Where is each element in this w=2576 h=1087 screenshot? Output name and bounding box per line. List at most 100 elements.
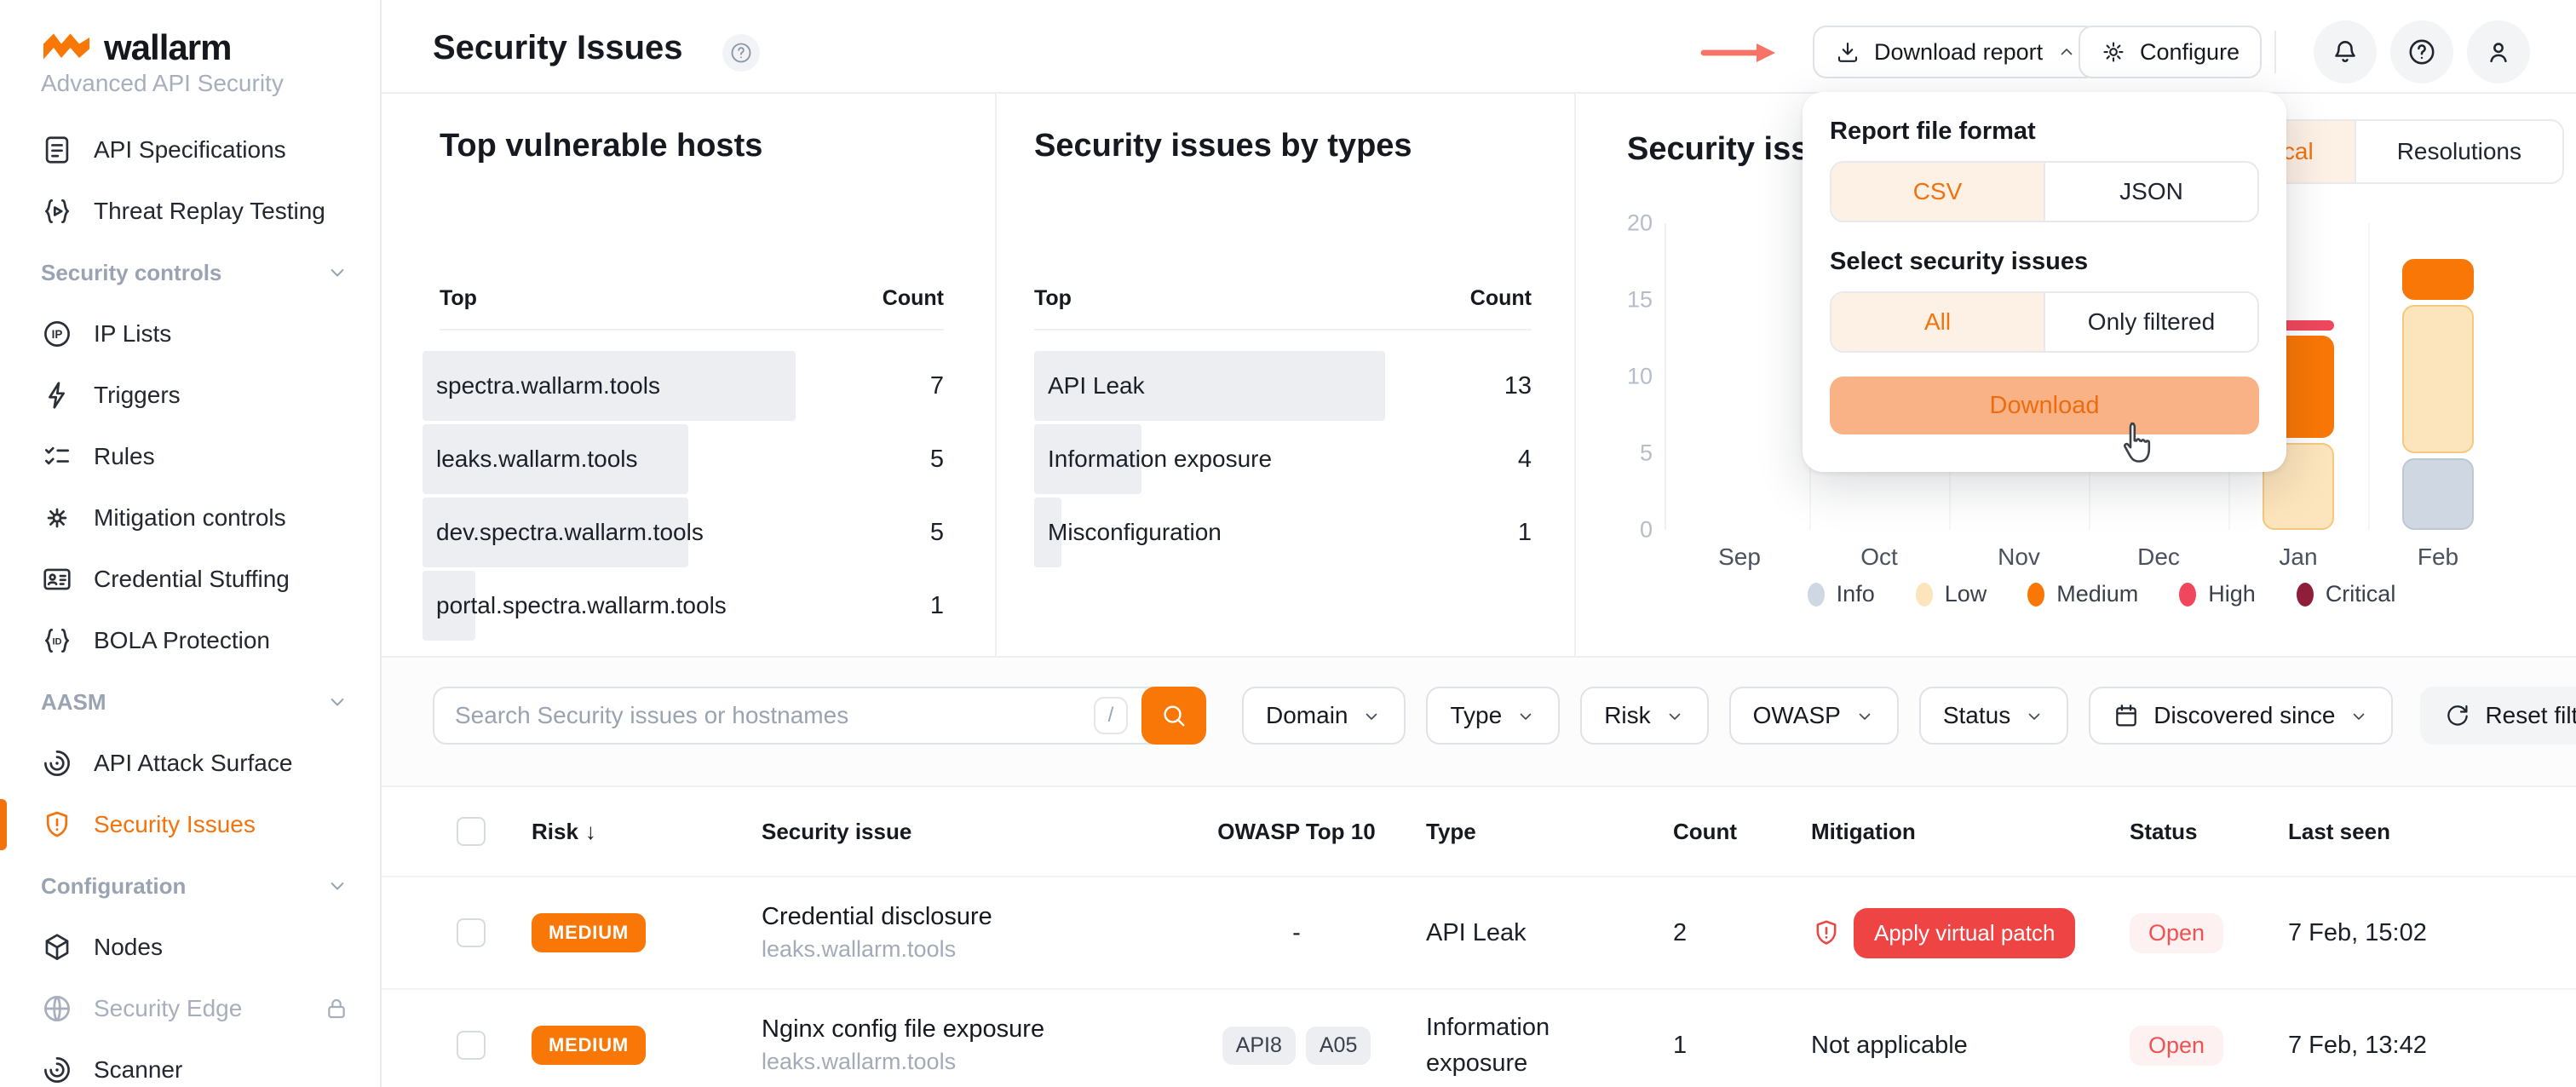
download-button[interactable]: Download bbox=[1830, 377, 2259, 434]
chart-legend: Info Low Medium High Critical bbox=[1644, 581, 2559, 607]
chevron-down-icon bbox=[1361, 705, 1382, 726]
table-row[interactable]: MEDIUM Nginx config file exposureleaks.w… bbox=[382, 988, 2576, 1087]
sort-desc-icon: ↓ bbox=[585, 819, 596, 844]
sidebar-item-triggers[interactable]: Triggers bbox=[0, 365, 380, 426]
list-item[interactable]: Misconfiguration 1 bbox=[1034, 496, 1532, 569]
issue-name[interactable]: Credential disclosure bbox=[762, 903, 1211, 931]
filter-dropdown-domain[interactable]: Domain bbox=[1242, 687, 1406, 745]
sidebar-item-api-attack-surface[interactable]: API Attack Surface bbox=[0, 733, 380, 794]
scope-option-all[interactable]: All bbox=[1831, 293, 2044, 351]
legend-item-low[interactable]: Low bbox=[1916, 581, 1987, 607]
sidebar-item-api-specifications[interactable]: API Specifications bbox=[0, 119, 380, 181]
notifications-button[interactable] bbox=[2314, 20, 2377, 83]
braces-play-icon bbox=[41, 195, 73, 227]
list-item[interactable]: portal.spectra.wallarm.tools 1 bbox=[423, 569, 944, 642]
search-button[interactable] bbox=[1141, 687, 1206, 745]
column-header-status[interactable]: Status bbox=[2130, 819, 2288, 845]
select-all-checkbox[interactable] bbox=[457, 817, 486, 846]
column-header-last-seen[interactable]: Last seen bbox=[2288, 819, 2576, 845]
legend-item-info[interactable]: Info bbox=[1808, 581, 1875, 607]
help-button[interactable] bbox=[2390, 20, 2453, 83]
sidebar-item-scanner[interactable]: Scanner bbox=[0, 1039, 380, 1087]
column-header-type[interactable]: Type bbox=[1426, 819, 1673, 845]
sidebar-item-bola-protection[interactable]: IDBOLA Protection bbox=[0, 610, 380, 671]
column-header-mitigation[interactable]: Mitigation bbox=[1811, 819, 2130, 845]
scope-option-only-filtered[interactable]: Only filtered bbox=[2044, 293, 2257, 351]
download-report-button[interactable]: Download report bbox=[1813, 26, 2099, 78]
table-row[interactable]: MEDIUM Credential disclosureleaks.wallar… bbox=[382, 876, 2576, 988]
chevron-down-icon bbox=[1515, 705, 1536, 726]
search-input[interactable] bbox=[434, 702, 1094, 729]
sidebar-item-credential-stuffing[interactable]: Credential Stuffing bbox=[0, 549, 380, 610]
column-header-count[interactable]: Count bbox=[1673, 819, 1811, 845]
sidebar-item-security-edge[interactable]: Security Edge bbox=[0, 978, 380, 1039]
sidebar-section-configuration[interactable]: Configuration bbox=[0, 855, 380, 917]
x-axis-label: Oct bbox=[1820, 544, 1939, 571]
owasp-cell: - bbox=[1211, 919, 1426, 947]
sidebar-item-rules[interactable]: Rules bbox=[0, 426, 380, 487]
legend-item-medium[interactable]: Medium bbox=[2027, 581, 2138, 607]
bar-segment-medium-feb[interactable] bbox=[2402, 259, 2474, 300]
reset-filters-button[interactable]: Reset filters bbox=[2420, 687, 2576, 745]
column-header-risk[interactable]: Risk↓ bbox=[532, 819, 762, 845]
filter-dropdown-owasp[interactable]: OWASP bbox=[1729, 687, 1899, 745]
format-segmented-control: CSV JSON bbox=[1830, 161, 2259, 222]
chevron-up-icon bbox=[2056, 42, 2077, 62]
sidebar-item-nodes[interactable]: Nodes bbox=[0, 917, 380, 978]
status-badge: Open bbox=[2130, 1026, 2223, 1066]
panel-title: Security issues by types bbox=[1034, 128, 1412, 164]
filter-label: Domain bbox=[1266, 702, 1348, 729]
user-menu-button[interactable] bbox=[2467, 20, 2530, 83]
list-item[interactable]: Information exposure 4 bbox=[1034, 423, 1532, 496]
format-option-json[interactable]: JSON bbox=[2044, 163, 2257, 221]
filter-discovered-since[interactable]: Discovered since bbox=[2089, 687, 2393, 745]
row-checkbox[interactable] bbox=[457, 1031, 486, 1060]
filter-dropdown-type[interactable]: Type bbox=[1426, 687, 1560, 745]
issue-name[interactable]: Nginx config file exposure bbox=[762, 1015, 1211, 1044]
chevron-down-icon bbox=[2024, 705, 2044, 726]
list-item[interactable]: API Leak 13 bbox=[1034, 349, 1532, 423]
legend-item-high[interactable]: High bbox=[2179, 581, 2256, 607]
scope-segmented-control: All Only filtered bbox=[1830, 291, 2259, 353]
bar-segment-info-feb[interactable] bbox=[2402, 458, 2474, 530]
sidebar-item-mitigation-controls[interactable]: Mitigation controls bbox=[0, 487, 380, 549]
item-count: 7 bbox=[930, 372, 944, 400]
column-header-security-issue[interactable]: Security issue bbox=[762, 819, 1211, 845]
page-title: Security Issues bbox=[433, 29, 683, 67]
sidebar-section-aasm[interactable]: AASM bbox=[0, 671, 380, 733]
sidebar-item-label: Triggers bbox=[94, 382, 181, 409]
format-option-csv[interactable]: CSV bbox=[1831, 163, 2044, 221]
configure-button[interactable]: Configure bbox=[2079, 26, 2262, 78]
calendar-icon bbox=[2113, 702, 2140, 729]
item-label: Misconfiguration bbox=[1034, 519, 1222, 546]
sidebar-item-threat-replay-testing[interactable]: Threat Replay Testing bbox=[0, 181, 380, 242]
download-report-popover: Report file format CSV JSON Select secur… bbox=[1803, 92, 2286, 472]
row-checkbox[interactable] bbox=[457, 918, 486, 947]
list-item[interactable]: dev.spectra.wallarm.tools 5 bbox=[423, 496, 944, 569]
sidebar-item-ip-lists[interactable]: IPIP Lists bbox=[0, 303, 380, 365]
sidebar-item-label: Nodes bbox=[94, 934, 163, 961]
id-card-icon bbox=[41, 563, 73, 595]
bell-icon bbox=[2330, 37, 2360, 67]
filter-label: Discovered since bbox=[2153, 702, 2335, 729]
owasp-badge: A05 bbox=[1306, 1027, 1371, 1065]
issue-host: leaks.wallarm.tools bbox=[762, 936, 1211, 963]
column-header-owasp-top-10[interactable]: OWASP Top 10 bbox=[1211, 819, 1426, 845]
mitigation-cell: Apply virtual patch bbox=[1811, 908, 2130, 958]
filter-dropdown-risk[interactable]: Risk bbox=[1580, 687, 1708, 745]
apply-virtual-patch-button[interactable]: Apply virtual patch bbox=[1854, 908, 2075, 958]
legend-dot bbox=[2027, 583, 2044, 607]
ip-circle-icon: IP bbox=[41, 318, 73, 350]
legend-item-critical[interactable]: Critical bbox=[2297, 581, 2396, 607]
bar-segment-low-feb[interactable] bbox=[2402, 305, 2474, 453]
filter-dropdown-status[interactable]: Status bbox=[1919, 687, 2068, 745]
sidebar-item-security-issues[interactable]: Security Issues bbox=[0, 794, 380, 855]
logo-text: wallarm bbox=[104, 27, 231, 68]
sidebar-section-security-controls[interactable]: Security controls bbox=[0, 242, 380, 303]
radar-icon bbox=[41, 1054, 73, 1086]
status-badge: Open bbox=[2130, 913, 2223, 953]
mouse-cursor bbox=[2118, 419, 2159, 467]
title-help-icon[interactable] bbox=[722, 34, 760, 72]
list-item[interactable]: spectra.wallarm.tools 7 bbox=[423, 349, 944, 423]
list-item[interactable]: leaks.wallarm.tools 5 bbox=[423, 423, 944, 496]
